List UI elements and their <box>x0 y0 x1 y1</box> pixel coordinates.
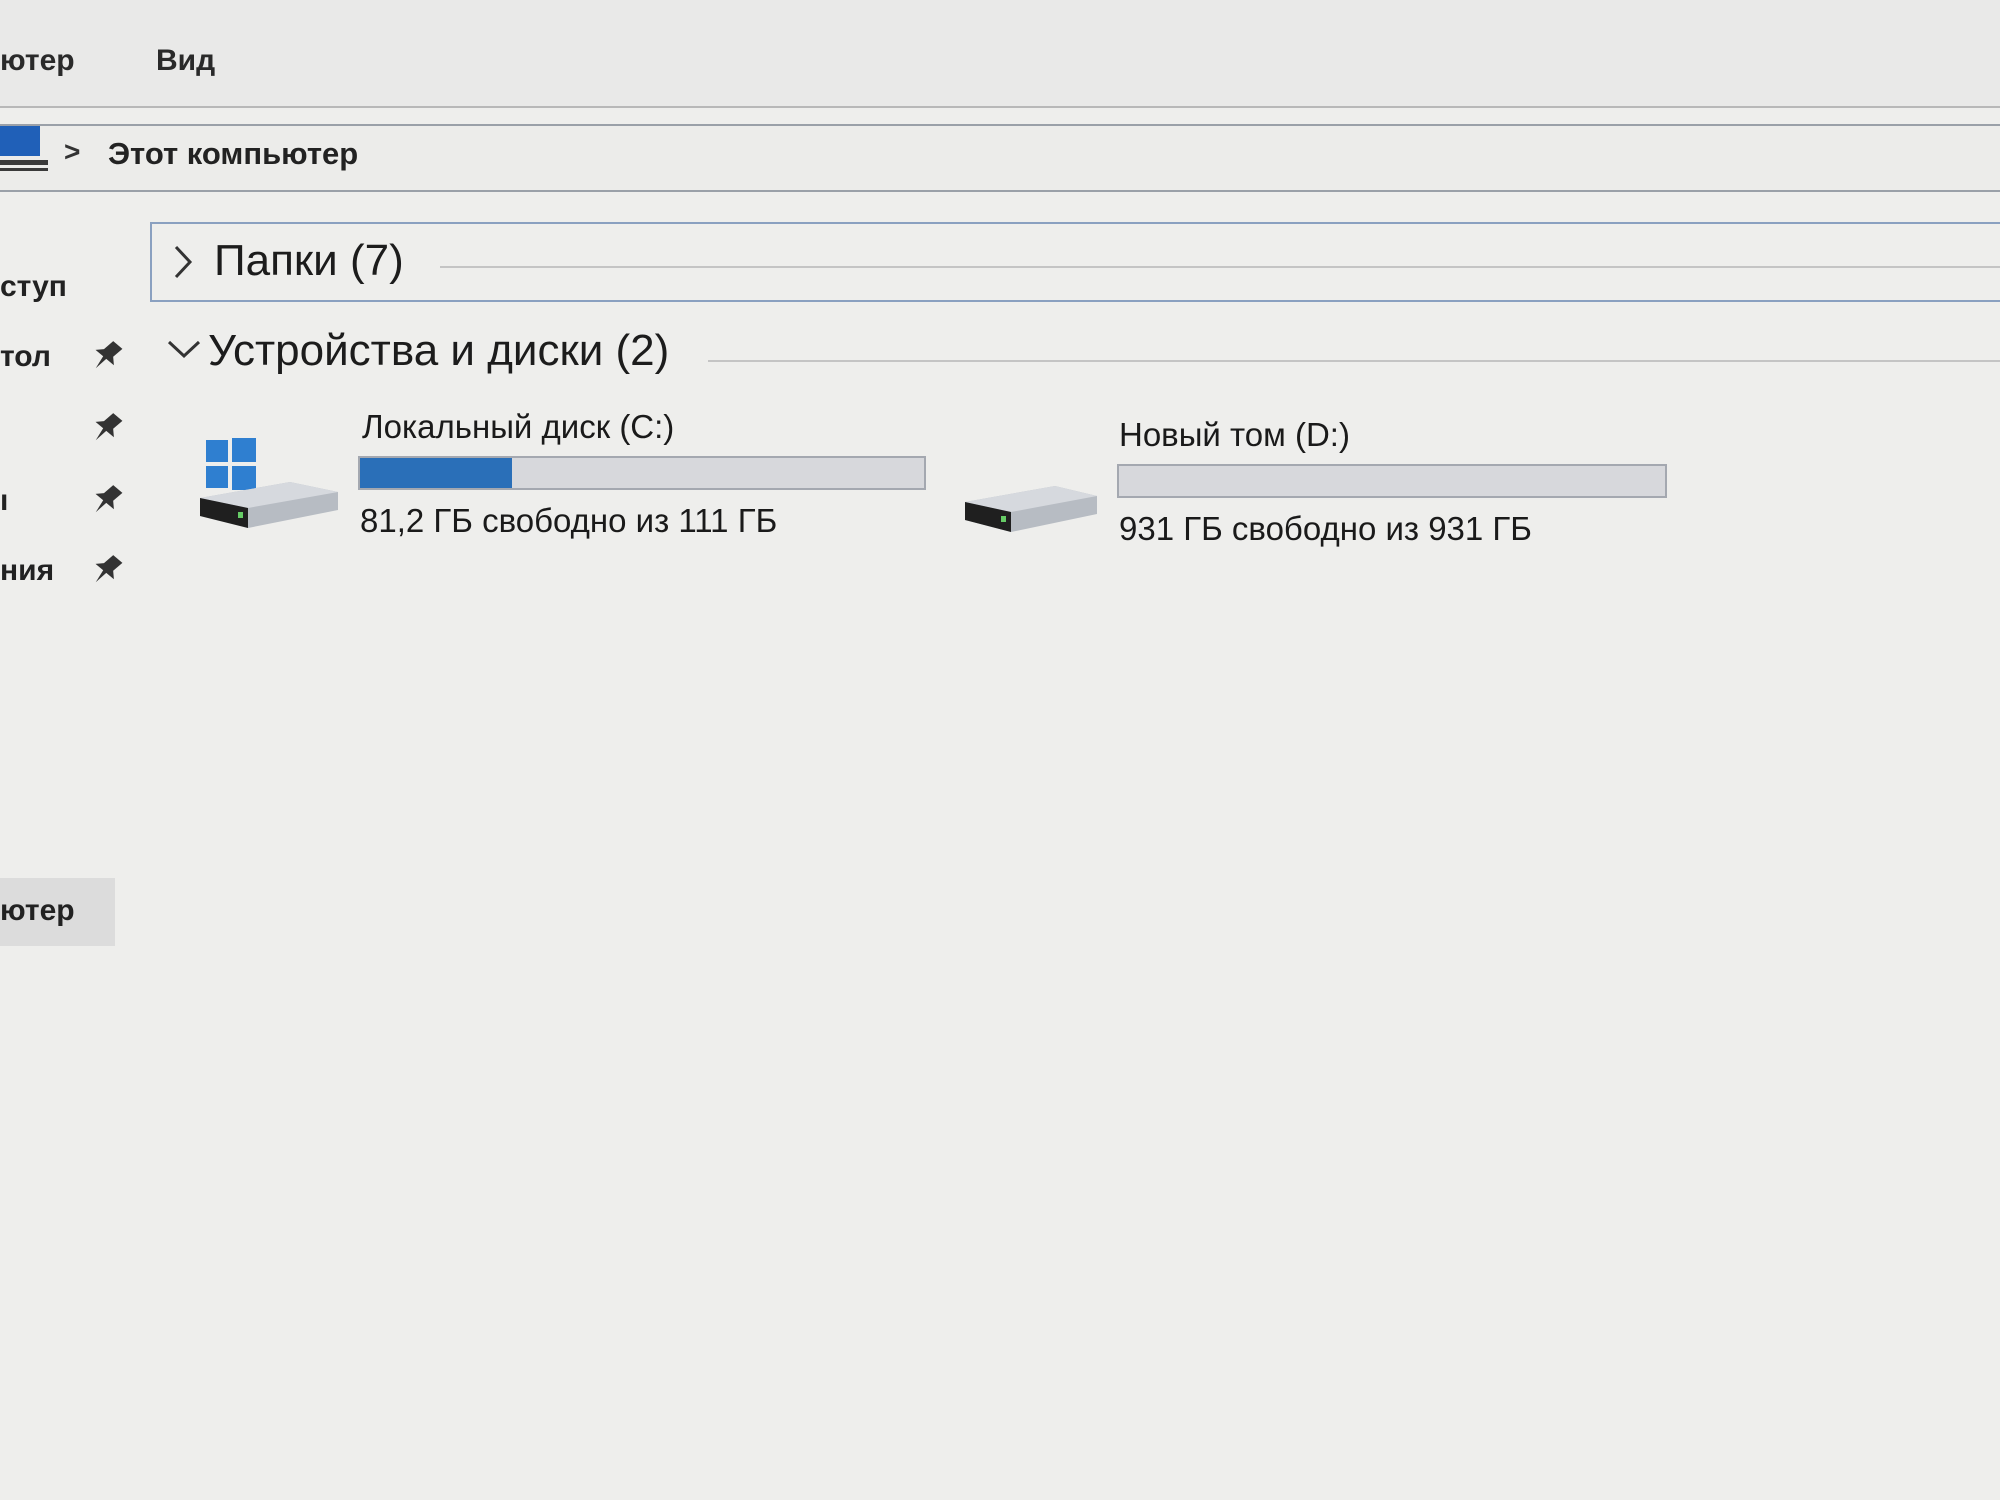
section-title: Папки (7) <box>214 236 404 285</box>
chevron-down-icon <box>167 340 201 359</box>
sidebar-item-desktop[interactable]: тол <box>0 332 140 382</box>
hard-drive-windows-icon <box>200 438 338 528</box>
sidebar-item-pictures[interactable]: ния <box>0 546 140 596</box>
navigation-pane: ступ тол ı ния ютер <box>0 190 140 1500</box>
pin-icon[interactable] <box>88 480 124 520</box>
drive-free-space: 931 ГБ свободно из 931 ГБ <box>1119 510 1532 547</box>
drive-usage-bar <box>1117 464 1667 498</box>
drive-c[interactable]: Локальный диск (C:) 81,2 ГБ свободно из … <box>200 400 940 550</box>
chevron-right-icon <box>174 245 193 279</box>
ribbon: ютер Вид <box>0 0 2000 108</box>
section-divider <box>708 360 2000 362</box>
drive-d[interactable]: Новый том (D:) 931 ГБ свободно из 931 ГБ <box>965 408 1685 558</box>
drive-free-space: 81,2 ГБ свободно из 111 ГБ <box>360 502 778 539</box>
section-devices-header[interactable]: Устройства и диски (2) <box>150 318 2000 394</box>
sidebar-item-label: ı <box>0 484 9 517</box>
drive-name: Новый том (D:) <box>1119 416 1350 453</box>
ribbon-tab-computer[interactable]: ютер <box>0 44 75 78</box>
section-folders-header[interactable]: Папки (7) <box>150 222 2000 302</box>
pin-icon[interactable] <box>88 550 124 590</box>
sidebar-item-documents[interactable]: ı <box>0 476 140 526</box>
computer-icon <box>0 126 48 171</box>
breadcrumb-separator: > <box>64 136 81 167</box>
pin-icon[interactable] <box>88 336 124 376</box>
section-divider <box>440 266 2000 268</box>
sidebar-item-label: ступ <box>0 270 67 303</box>
sidebar-item-quick-access[interactable]: ступ <box>0 262 140 312</box>
sidebar-item-label: тол <box>0 340 51 373</box>
sidebar-item-this-pc[interactable]: ютер <box>0 878 115 946</box>
hard-drive-icon <box>965 486 1097 532</box>
drive-usage-fill <box>360 458 513 488</box>
address-bar[interactable]: > Этот компьютер <box>0 124 2000 192</box>
sidebar-item-downloads[interactable] <box>0 404 140 454</box>
sidebar-item-label: ютер <box>0 894 75 927</box>
breadcrumb-this-pc[interactable]: Этот компьютер <box>108 136 358 172</box>
section-title: Устройства и диски (2) <box>208 326 670 375</box>
drive-usage-bar <box>358 456 926 490</box>
drive-name: Локальный диск (C:) <box>362 408 675 445</box>
pin-icon[interactable] <box>88 408 124 448</box>
sidebar-item-label: ния <box>0 554 55 587</box>
ribbon-tab-view[interactable]: Вид <box>156 44 215 78</box>
